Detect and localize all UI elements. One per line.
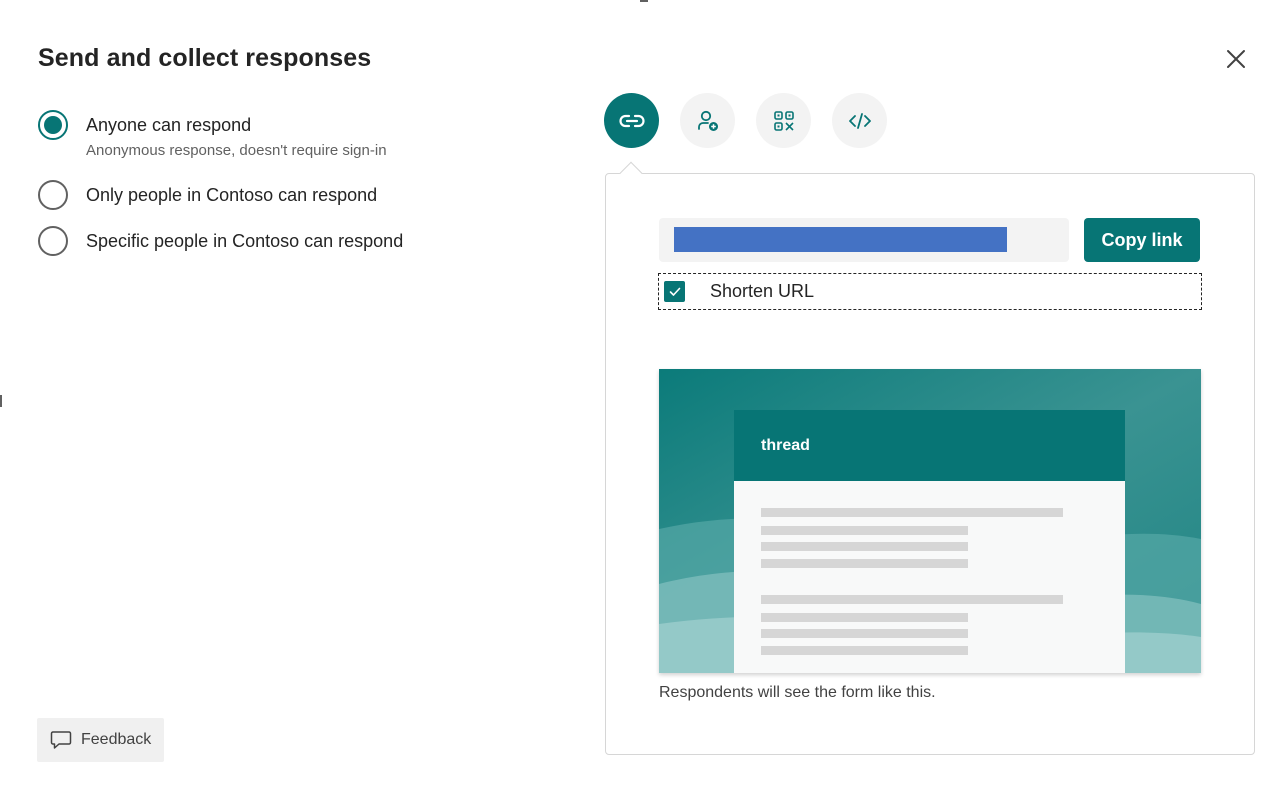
placeholder-line bbox=[761, 542, 968, 551]
dialog-title: Send and collect responses bbox=[38, 44, 372, 72]
person-add-icon bbox=[697, 110, 718, 131]
placeholder-line bbox=[761, 595, 1063, 604]
embed-code-icon bbox=[848, 112, 871, 129]
shorten-url-checkbox[interactable] bbox=[664, 281, 685, 302]
radio-button[interactable] bbox=[38, 226, 68, 256]
tab-share-link[interactable] bbox=[604, 93, 659, 148]
edge-artifact bbox=[0, 395, 2, 407]
radio-label: Only people in Contoso can respond bbox=[86, 185, 378, 205]
share-link-field[interactable] bbox=[659, 218, 1069, 262]
radio-button-selected[interactable] bbox=[38, 110, 68, 140]
feedback-button[interactable]: Feedback bbox=[37, 718, 164, 762]
radio-anyone-can-respond[interactable]: Anyone can respond Anonymous response, d… bbox=[38, 110, 387, 159]
placeholder-line bbox=[761, 613, 968, 622]
preview-form-card: thread bbox=[734, 410, 1125, 673]
placeholder-line bbox=[761, 629, 968, 638]
radio-description: Anonymous response, doesn't require sign… bbox=[86, 142, 387, 159]
radio-button[interactable] bbox=[38, 180, 68, 210]
edge-artifact bbox=[640, 0, 648, 2]
checkmark-icon bbox=[669, 287, 680, 296]
tab-qr-code[interactable] bbox=[756, 93, 811, 148]
link-icon bbox=[618, 114, 645, 127]
copy-link-button[interactable]: Copy link bbox=[1084, 218, 1200, 262]
close-button[interactable] bbox=[1220, 43, 1252, 75]
preview-caption: Respondents will see the form like this. bbox=[659, 684, 936, 701]
feedback-label: Feedback bbox=[81, 731, 152, 748]
preview-form-title: thread bbox=[761, 437, 810, 454]
placeholder-line bbox=[761, 526, 968, 535]
tab-embed[interactable] bbox=[832, 93, 887, 148]
placeholder-line bbox=[761, 508, 1063, 517]
radio-label: Specific people in Contoso can respond bbox=[86, 231, 404, 251]
radio-label: Anyone can respond bbox=[86, 115, 252, 135]
placeholder-line bbox=[761, 646, 968, 655]
radio-only-contoso[interactable]: Only people in Contoso can respond bbox=[38, 180, 377, 210]
shorten-url-label: Shorten URL bbox=[710, 281, 815, 301]
radio-specific-people[interactable]: Specific people in Contoso can respond bbox=[38, 226, 403, 256]
preview-form-header: thread bbox=[734, 410, 1125, 481]
placeholder-line bbox=[761, 559, 968, 568]
shorten-url-checkbox-row[interactable]: Shorten URL bbox=[658, 273, 1202, 310]
close-icon bbox=[1227, 50, 1245, 68]
qr-code-icon bbox=[773, 110, 794, 131]
comment-icon bbox=[50, 730, 72, 750]
redacted-link-url bbox=[674, 227, 1007, 252]
form-preview-image: thread bbox=[659, 369, 1201, 673]
tab-invite-people[interactable] bbox=[680, 93, 735, 148]
